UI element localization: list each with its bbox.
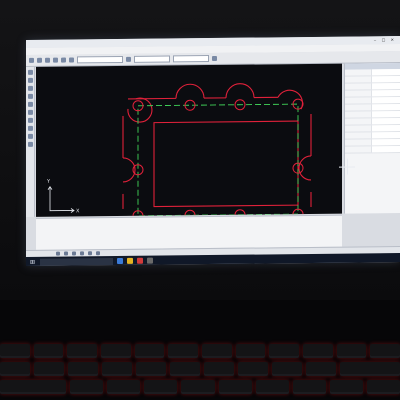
command-history-line [38,218,340,221]
move-tool-icon[interactable] [27,125,33,131]
color-select[interactable] [134,55,170,63]
monitor-screen: ‒ ▢ ✕ Y X ⊞ [26,36,400,266]
ucs-y-label: Y [46,179,51,185]
keyboard-key [0,380,67,394]
osnap-toggle-icon[interactable] [88,251,92,256]
file-explorer-icon[interactable] [127,257,133,264]
cad-drawing: Y X [46,83,312,217]
keyboard-key [0,344,30,358]
keyboard-key [303,344,333,358]
backlit-keyboard [0,300,400,400]
hatch-tool-icon[interactable] [27,109,33,115]
ortho-toggle-icon[interactable] [72,251,76,256]
open-file-icon[interactable] [37,57,42,63]
keyboard-key [255,380,289,394]
cursor-crosshair [339,159,355,175]
keyboard-key [306,362,336,376]
text-tool-icon[interactable] [27,117,33,123]
draw-toolbar [26,66,35,217]
keyboard-key [67,344,98,358]
layer-select[interactable] [77,55,123,64]
keyboard-key [329,380,363,394]
keyboard-key [70,380,104,394]
keyboard-key [34,362,64,376]
keyboard-key [33,344,64,358]
keyboard-key [0,362,30,376]
print-icon[interactable] [53,57,58,63]
rectangle-tool-icon[interactable] [27,101,33,107]
keyboard-key [68,362,98,376]
keyboard-key [204,362,234,376]
keyboard-key [269,344,300,358]
keyboard-key [101,344,131,358]
snap-toggle-icon[interactable] [56,251,60,256]
copy-tool-icon[interactable] [27,133,33,139]
linetype-select[interactable] [173,55,209,63]
keyboard-row-letters [0,380,400,394]
keyboard-key [102,362,132,376]
drawing-canvas[interactable]: Y X [36,63,342,217]
keyboard-row-function [0,344,400,358]
inner-rectangle [153,120,299,208]
trim-tool-icon[interactable] [27,141,33,147]
undo-icon[interactable] [61,57,66,63]
keyboard-key [168,344,199,358]
properties-panel [344,63,400,214]
redo-icon[interactable] [69,57,74,63]
keyboard-key [292,380,326,394]
new-file-icon[interactable] [29,57,34,63]
keyboard-key [202,344,232,358]
ucs-icon [47,185,75,213]
keyboard-key [272,362,302,376]
keyboard-key [235,344,266,358]
keyboard-key [340,362,400,376]
property-row[interactable] [345,146,400,154]
command-history-line [38,218,340,221]
cad-app-icon[interactable] [137,257,143,264]
match-properties-icon[interactable] [212,55,217,62]
keyboard-key [144,380,178,394]
keyboard-key [366,380,400,394]
keyboard-key [238,362,268,376]
windows-start-icon[interactable]: ⊞ [29,258,36,265]
save-icon[interactable] [45,57,50,63]
lineweight-toggle-icon[interactable] [96,251,100,256]
keyboard-row-numbers [0,362,400,376]
ucs-x-label: X [76,208,80,214]
keyboard-key [336,344,367,358]
arc-tool-icon[interactable] [27,93,33,99]
circle-tool-icon[interactable] [27,85,33,91]
browser-app-icon[interactable] [117,257,123,265]
polyline-tool-icon[interactable] [27,77,33,83]
line-tool-icon[interactable] [27,69,33,75]
polar-toggle-icon[interactable] [80,251,84,256]
window-controls[interactable]: ‒ ▢ ✕ [374,36,396,44]
layer-properties-icon[interactable] [126,56,131,62]
keyboard-key [218,380,252,394]
keyboard-key [134,344,165,358]
grid-toggle-icon[interactable] [64,251,68,256]
keyboard-key [136,362,166,376]
keyboard-key [170,362,200,376]
keyboard-key [370,344,400,358]
taskbar-app-icon[interactable] [147,257,153,264]
flange-outline [122,83,312,217]
keyboard-key [181,380,215,394]
keyboard-key [107,380,141,394]
bolt-holes [132,98,304,217]
command-line[interactable] [36,214,342,250]
taskbar-search-input[interactable] [40,257,113,266]
